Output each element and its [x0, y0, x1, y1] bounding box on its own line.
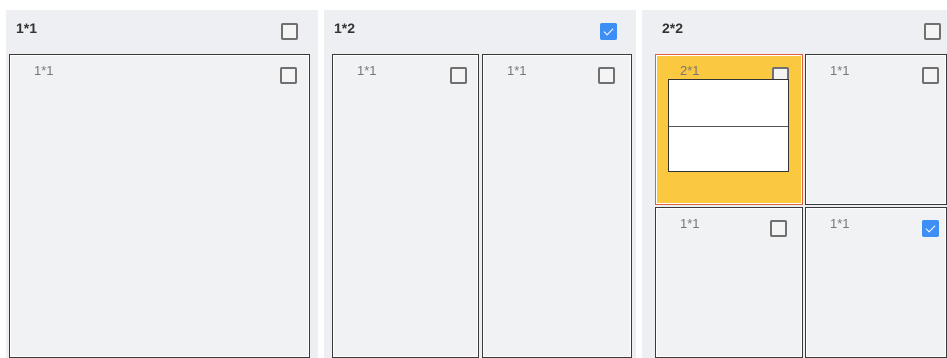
cell-checkbox[interactable] — [280, 67, 297, 84]
cell-label: 1*1 — [34, 63, 54, 78]
cell-checkbox[interactable] — [598, 67, 615, 84]
layout-panel-1x1[interactable]: 1*1 1*1 — [6, 10, 318, 358]
split-preview-window — [668, 79, 789, 172]
cell-label: 1*1 — [507, 63, 527, 78]
panel-header: 2*2 — [642, 10, 947, 48]
cell-label: 2*1 — [680, 63, 700, 78]
panel-header: 1*2 — [324, 10, 636, 48]
layout-cell[interactable]: 1*1 — [805, 207, 947, 358]
layout-cell[interactable]: 1*1 — [332, 54, 479, 358]
cell-checkbox[interactable] — [922, 220, 939, 237]
cell-label: 1*1 — [830, 63, 850, 78]
panel-checkbox[interactable] — [281, 23, 298, 40]
layout-cell[interactable]: 1*1 — [9, 54, 310, 358]
cell-checkbox[interactable] — [450, 67, 467, 84]
cell-label: 1*1 — [830, 216, 850, 231]
layout-cell[interactable]: 1*1 — [655, 207, 803, 358]
layout-panel-1x2[interactable]: 1*2 1*1 1*1 — [324, 10, 636, 358]
cell-label: 1*1 — [680, 216, 700, 231]
layout-cell[interactable]: 1*1 — [482, 54, 632, 358]
panel-title: 1*2 — [334, 20, 356, 36]
layout-cell-highlighted[interactable]: 2*1 — [655, 54, 803, 205]
panel-title: 2*2 — [662, 20, 684, 36]
panel-header: 1*1 — [6, 10, 318, 48]
panel-checkbox[interactable] — [600, 23, 617, 40]
panel-title: 1*1 — [16, 20, 38, 36]
layout-cell[interactable]: 1*1 — [805, 54, 947, 205]
cell-checkbox[interactable] — [922, 67, 939, 84]
layout-panel-2x2[interactable]: 2*2 2*1 1*1 1*1 1*1 — [642, 10, 947, 358]
panel-checkbox[interactable] — [924, 23, 941, 40]
split-divider — [669, 126, 788, 127]
cell-label: 1*1 — [357, 63, 377, 78]
cell-checkbox[interactable] — [770, 220, 787, 237]
